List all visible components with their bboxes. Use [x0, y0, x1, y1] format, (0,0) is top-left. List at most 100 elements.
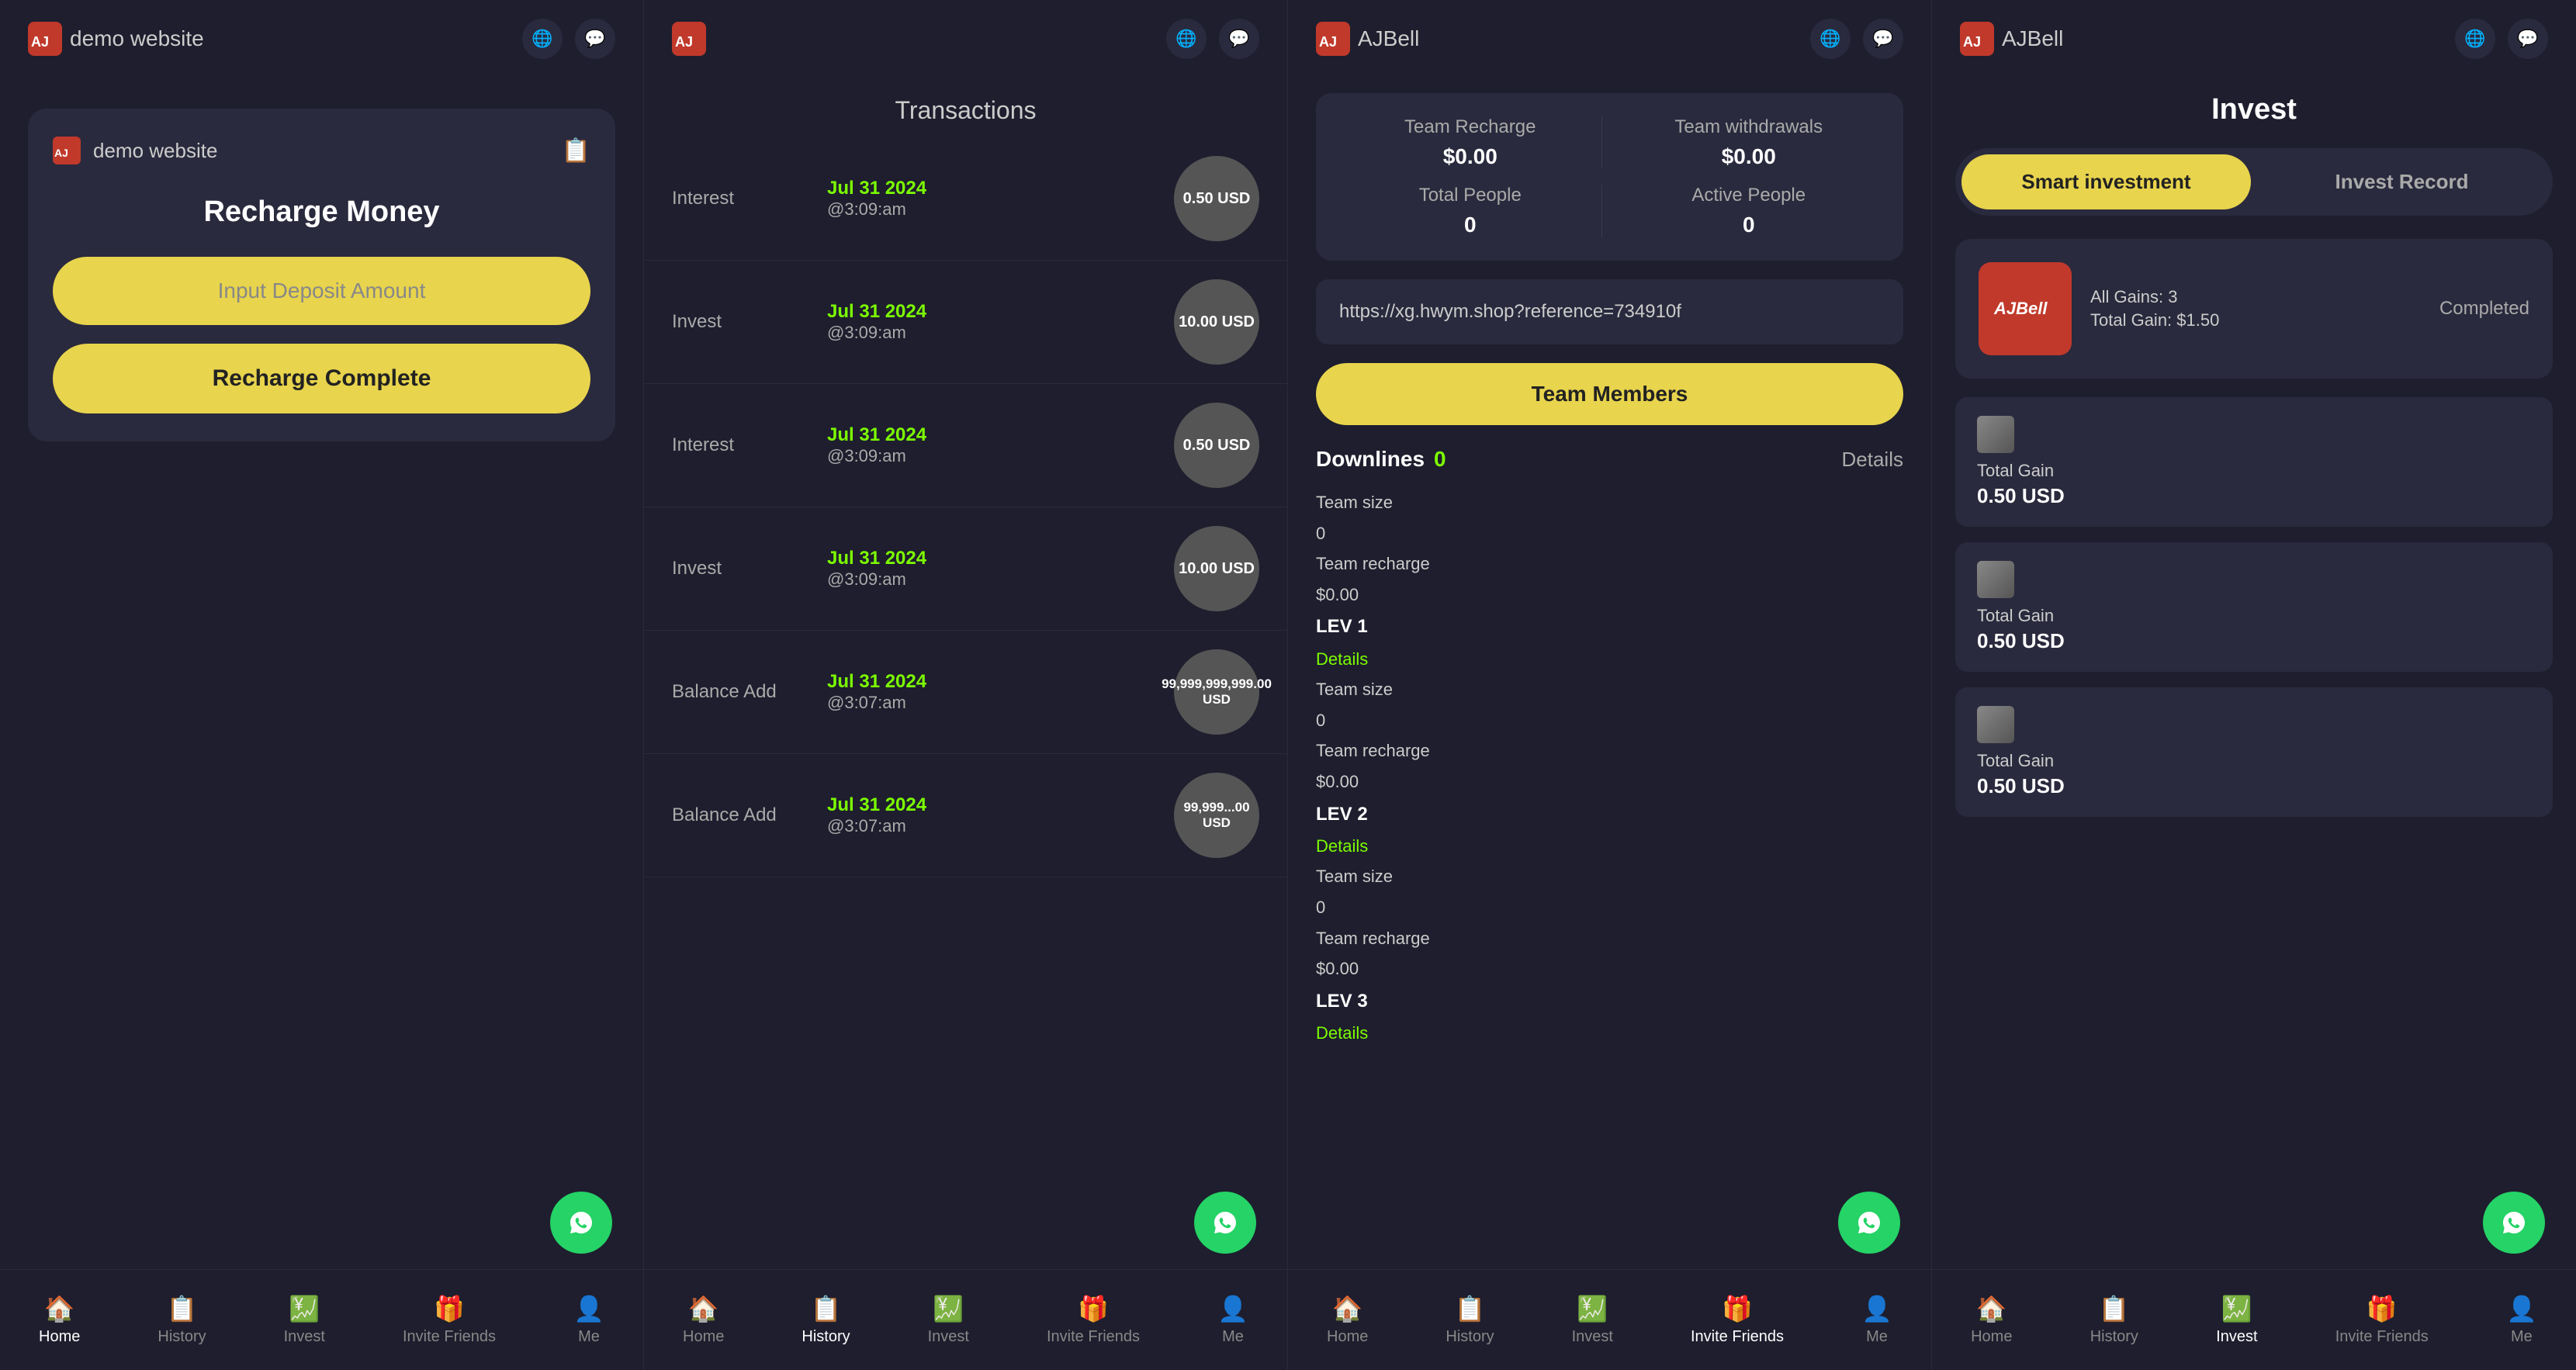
tx-time-0: @3:09:am: [827, 199, 1158, 220]
header-transactions: AJ 🌐 💬: [644, 0, 1287, 78]
details-link-2[interactable]: Details: [1316, 1018, 1903, 1049]
nav-history-3[interactable]: 📋 History: [1446, 1294, 1494, 1346]
header-site-title-3: AJBell: [1358, 26, 1419, 51]
whatsapp-fab-1[interactable]: [550, 1192, 612, 1254]
header-team: AJ AJBell 🌐 💬: [1288, 0, 1931, 78]
nav-history-label-2: History: [802, 1328, 850, 1346]
panel-team: AJ AJBell 🌐 💬 Team Recharge $0.00 Team w…: [1288, 0, 1932, 1370]
whatsapp-fab-2[interactable]: [1194, 1192, 1256, 1254]
team-size-value-0: 0: [1316, 518, 1903, 549]
tab-smart-investment[interactable]: Smart investment: [1961, 154, 2251, 209]
invest-record-value-2: 0.50 USD: [1977, 774, 2531, 798]
nav-me-1[interactable]: 👤 Me: [573, 1294, 604, 1346]
lev-header-2: LEV 3: [1316, 984, 1903, 1018]
bottom-nav-2: 🏠 Home 📋 History 💹 Invest 🎁 Invite Frien…: [644, 1269, 1287, 1370]
globe-button-2[interactable]: 🌐: [1166, 19, 1207, 59]
ajbell-invest-logo: AJBell: [1990, 282, 2060, 336]
active-people-value: 0: [1618, 213, 1881, 237]
nav-history-2[interactable]: 📋 History: [802, 1294, 850, 1346]
invest-logo-box: AJBell: [1979, 262, 2072, 355]
header-recharge: AJ demo website 🌐 💬: [0, 0, 643, 78]
logo-invest: AJ AJBell: [1960, 22, 2063, 56]
tx-date-time-2: Jul 31 2024 @3:09:am: [827, 424, 1158, 466]
tx-time-2: @3:09:am: [827, 446, 1158, 466]
nav-invite-4[interactable]: 🎁 Invite Friends: [2335, 1294, 2429, 1346]
nav-invite-3[interactable]: 🎁 Invite Friends: [1691, 1294, 1784, 1346]
invest-record-item-1: Total Gain 0.50 USD: [1955, 542, 2553, 672]
table-row: Balance Add Jul 31 2024 @3:07:am 99,999,…: [644, 631, 1287, 754]
invest-record-label-0: Total Gain: [1977, 461, 2531, 481]
tx-date-time-1: Jul 31 2024 @3:09:am: [827, 301, 1158, 343]
invest-record-value-1: 0.50 USD: [1977, 629, 2531, 653]
invest-featured-card: AJBell All Gains: 3 Total Gain: $1.50 Co…: [1955, 239, 2553, 379]
nav-invite-1[interactable]: 🎁 Invite Friends: [403, 1294, 496, 1346]
svg-text:AJ: AJ: [31, 34, 49, 50]
header-actions-4: 🌐 💬: [2455, 19, 2548, 59]
panel-transactions: AJ 🌐 💬 Transactions Interest Jul 31 2024…: [644, 0, 1288, 1370]
nav-me-3[interactable]: 👤 Me: [1861, 1294, 1892, 1346]
chat-button-1[interactable]: 💬: [575, 19, 615, 59]
team-recharge-label: Team Recharge: [1339, 116, 1601, 138]
tx-date-0: Jul 31 2024: [827, 178, 1158, 199]
bottom-nav-4: 🏠 Home 📋 History 💹 Invest 🎁 Invite Frien…: [1932, 1269, 2576, 1370]
lev-header-1: LEV 2: [1316, 797, 1903, 831]
whatsapp-fab-4[interactable]: [2483, 1192, 2545, 1254]
nav-me-label-3: Me: [1866, 1328, 1888, 1346]
total-gain-label: Total Gain: $1.50: [2090, 310, 2421, 330]
nav-home-3[interactable]: 🏠 Home: [1327, 1294, 1368, 1346]
tab-invest-record[interactable]: Invest Record: [2257, 154, 2547, 209]
transactions-content: Transactions Interest Jul 31 2024 @3:09:…: [644, 78, 1287, 1370]
tx-amount-0: 0.50 USD: [1174, 156, 1259, 241]
tx-date-4: Jul 31 2024: [827, 671, 1158, 693]
nav-invest-4[interactable]: 💹 Invest: [2216, 1294, 2257, 1346]
team-members-button[interactable]: Team Members: [1316, 363, 1903, 425]
recharge-title: Recharge Money: [53, 195, 590, 229]
invite-icon-2: 🎁: [1078, 1294, 1109, 1323]
table-row: Invest Jul 31 2024 @3:09:am 10.00 USD: [644, 261, 1287, 384]
details-link-0[interactable]: Details: [1316, 644, 1903, 675]
chat-button-3[interactable]: 💬: [1863, 19, 1903, 59]
invest-record-label-1: Total Gain: [1977, 606, 2531, 626]
nav-invite-label-3: Invite Friends: [1691, 1328, 1784, 1346]
nav-history-4[interactable]: 📋 History: [2090, 1294, 2138, 1346]
nav-invest-label-2: Invest: [928, 1328, 969, 1346]
ajbell-logo-icon-3: AJ: [1316, 22, 1350, 56]
downlines-title: Downlines: [1316, 447, 1425, 472]
nav-home-2[interactable]: 🏠 Home: [683, 1294, 724, 1346]
nav-invest-1[interactable]: 💹 Invest: [284, 1294, 325, 1346]
nav-me-2[interactable]: 👤 Me: [1217, 1294, 1248, 1346]
nav-me-4[interactable]: 👤 Me: [2506, 1294, 2537, 1346]
table-row: Invest Jul 31 2024 @3:09:am 10.00 USD: [644, 507, 1287, 631]
whatsapp-fab-3[interactable]: [1838, 1192, 1900, 1254]
nav-home-1[interactable]: 🏠 Home: [39, 1294, 80, 1346]
history-icon-1: 📋: [167, 1294, 198, 1323]
invite-icon-4: 🎁: [2367, 1294, 2398, 1323]
chat-button-4[interactable]: 💬: [2508, 19, 2548, 59]
input-deposit-button[interactable]: Input Deposit Amount: [53, 257, 590, 325]
tx-date-time-3: Jul 31 2024 @3:09:am: [827, 548, 1158, 590]
tx-time-4: @3:07:am: [827, 693, 1158, 713]
invest-record-value-0: 0.50 USD: [1977, 484, 2531, 508]
globe-button-1[interactable]: 🌐: [522, 19, 563, 59]
nav-invest-3[interactable]: 💹 Invest: [1572, 1294, 1613, 1346]
me-icon-2: 👤: [1217, 1294, 1248, 1323]
nav-home-4[interactable]: 🏠 Home: [1971, 1294, 2012, 1346]
globe-button-3[interactable]: 🌐: [1810, 19, 1851, 59]
details-link-1[interactable]: Details: [1316, 831, 1903, 862]
nav-invite-2[interactable]: 🎁 Invite Friends: [1047, 1294, 1140, 1346]
team-size-value-2: 0: [1316, 892, 1903, 923]
header-site-title-4: AJBell: [2002, 26, 2063, 51]
recharge-site-name: demo website: [93, 139, 217, 163]
header-site-title: demo website: [70, 26, 204, 51]
home-icon-2: 🏠: [688, 1294, 719, 1323]
globe-button-4[interactable]: 🌐: [2455, 19, 2495, 59]
team-recharge-value-0: $0.00: [1316, 579, 1903, 611]
recharge-complete-button[interactable]: Recharge Complete: [53, 344, 590, 413]
nav-history-1[interactable]: 📋 History: [158, 1294, 206, 1346]
tx-time-3: @3:09:am: [827, 569, 1158, 590]
nav-invest-2[interactable]: 💹 Invest: [928, 1294, 969, 1346]
chat-button-2[interactable]: 💬: [1219, 19, 1259, 59]
recharge-content: AJ demo website 📋 Recharge Money Input D…: [0, 78, 643, 1370]
invite-icon-1: 🎁: [434, 1294, 465, 1323]
me-icon-1: 👤: [573, 1294, 604, 1323]
